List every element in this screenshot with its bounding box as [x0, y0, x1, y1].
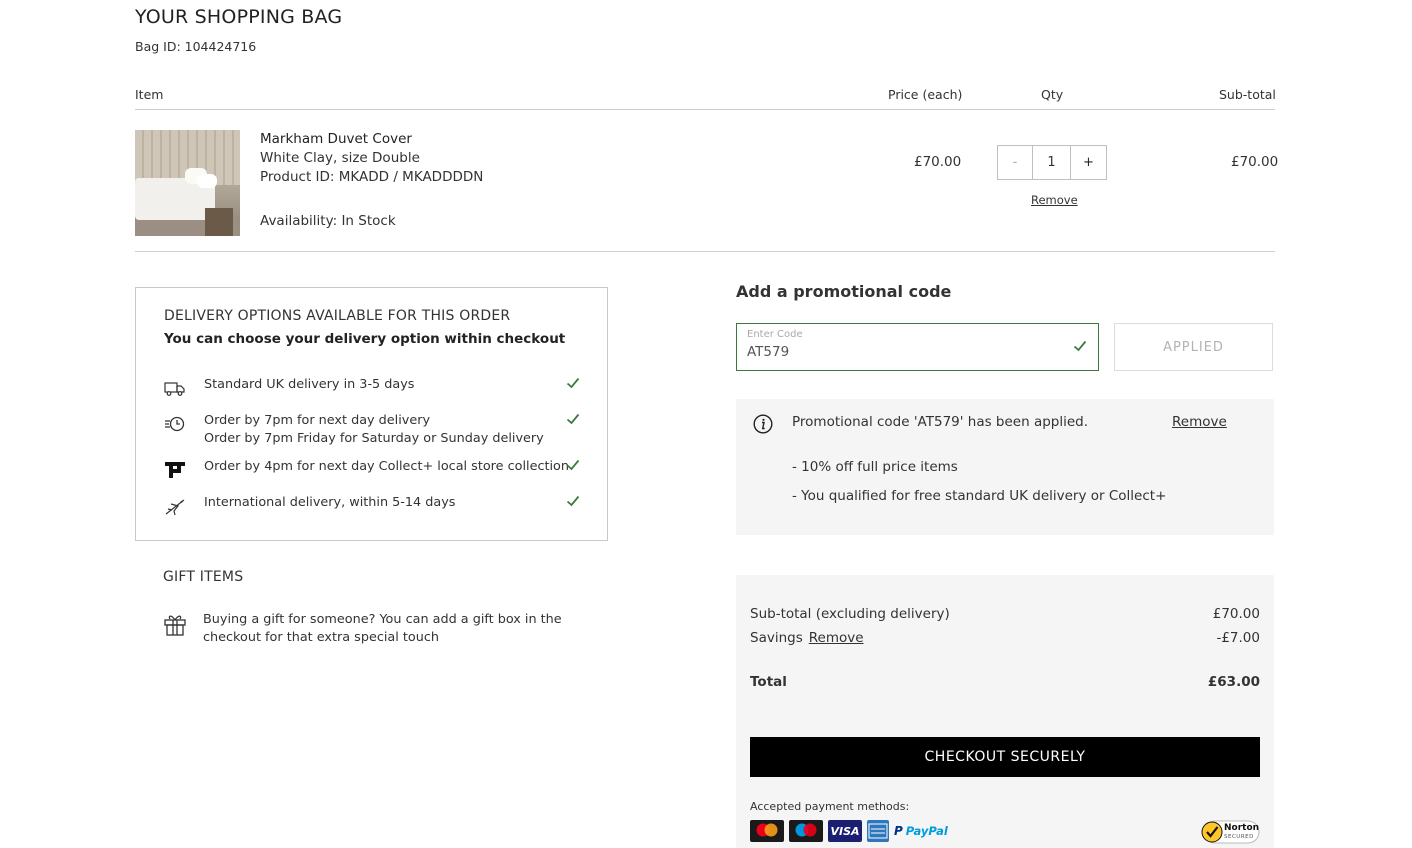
delivery-option-text: Order by 7pm for next day delivery Order…: [204, 412, 544, 448]
paypal-icon: P PayPal: [894, 824, 948, 838]
product-id: Product ID: MKADD / MKADDDDN: [260, 169, 484, 185]
amex-icon: [867, 820, 889, 842]
savings-label: Savings: [750, 630, 803, 646]
product-name[interactable]: Markham Duvet Cover: [260, 131, 412, 147]
plane-icon: [165, 499, 185, 516]
savings-value: -£7.00: [1216, 630, 1260, 646]
promo-applied-button[interactable]: APPLIED: [1114, 323, 1273, 371]
payment-methods-label: Accepted payment methods:: [750, 800, 910, 813]
check-icon: [566, 413, 580, 425]
promo-heading: Add a promotional code: [736, 282, 952, 301]
item-price: £70.00: [914, 154, 962, 170]
subtotal-value: £70.00: [1212, 606, 1260, 622]
truck-icon: [164, 382, 185, 396]
promo-code-placeholder: Enter Code: [747, 329, 803, 340]
qty-increase-button[interactable]: +: [1071, 146, 1106, 179]
column-header-subtotal: Sub-total: [1219, 87, 1276, 102]
paypal-text: PayPal: [905, 824, 948, 838]
delivery-option-text: Order by 4pm for next day Collect+ local…: [204, 459, 569, 474]
column-header-item: Item: [135, 87, 164, 102]
delivery-option-text: Standard UK delivery in 3-5 days: [204, 377, 415, 392]
check-icon: [1073, 340, 1087, 352]
norton-secured-badge: Norton SECURED: [1200, 819, 1260, 845]
column-header-price: Price (each): [888, 87, 963, 102]
visa-text: VISA: [830, 825, 860, 838]
order-summary: Sub-total (excluding delivery) £70.00 Sa…: [736, 575, 1274, 848]
norton-sub-text: SECURED: [1224, 834, 1254, 840]
gift-icon: [164, 615, 186, 636]
product-availability: Availability: In Stock: [260, 213, 396, 229]
promo-applied-message: Promotional code 'AT579' has been applie…: [792, 414, 1089, 430]
info-icon: [753, 414, 773, 434]
visa-icon: VISA: [828, 820, 862, 842]
promo-remove-link[interactable]: Remove: [1172, 414, 1227, 430]
subtotal-label: Sub-total (excluding delivery): [750, 606, 950, 622]
collect-plus-icon: [165, 462, 185, 478]
qty-decrease-button[interactable]: -: [998, 146, 1033, 179]
checkout-securely-button[interactable]: CHECKOUT SECURELY: [750, 737, 1260, 777]
payment-methods: VISA P PayPal: [750, 820, 952, 842]
promo-code-field[interactable]: Enter Code: [736, 323, 1099, 371]
promo-applied-panel: Promotional code 'AT579' has been applie…: [736, 399, 1274, 535]
check-icon: [566, 459, 580, 471]
delivery-subtitle: You can choose your delivery option with…: [164, 331, 566, 347]
savings-remove-link[interactable]: Remove: [809, 630, 864, 646]
delivery-option-line: Order by 7pm Friday for Saturday or Sund…: [204, 431, 544, 446]
remove-item-link[interactable]: Remove: [1031, 193, 1078, 207]
header-divider: [135, 109, 1275, 110]
total-value: £63.00: [1207, 674, 1260, 690]
next-day-clock-icon: [165, 416, 185, 432]
maestro-icon: [789, 820, 823, 842]
mastercard-icon: [750, 820, 784, 842]
product-variant: White Clay, size Double: [260, 150, 420, 166]
delivery-option-line: Order by 7pm for next day delivery: [204, 413, 431, 428]
column-header-qty: Qty: [1041, 87, 1064, 102]
gift-items-title: GIFT ITEMS: [163, 569, 244, 585]
delivery-option-text: International delivery, within 5-14 days: [204, 495, 456, 510]
product-thumbnail[interactable]: [135, 130, 240, 236]
shopping-bag-page: YOUR SHOPPING BAG Bag ID: 104424716 Item…: [0, 0, 1412, 848]
check-icon: [566, 495, 580, 507]
promo-benefit: - You qualified for free standard UK del…: [792, 488, 1167, 504]
promo-benefit: - 10% off full price items: [792, 459, 958, 475]
savings-row: Savings Remove: [750, 630, 864, 646]
availability-value: In Stock: [341, 213, 396, 229]
gift-items-text: Buying a gift for someone? You can add a…: [203, 612, 562, 645]
bag-id: Bag ID: 104424716: [135, 39, 257, 54]
qty-input[interactable]: 1: [1033, 146, 1071, 179]
total-label: Total: [750, 674, 787, 690]
quantity-stepper: - 1 +: [997, 145, 1107, 180]
item-divider: [135, 251, 1275, 252]
delivery-options-box: DELIVERY OPTIONS AVAILABLE FOR THIS ORDE…: [135, 287, 608, 541]
norton-text: Norton: [1224, 823, 1260, 833]
check-icon: [566, 377, 580, 389]
item-subtotal: £70.00: [1231, 154, 1279, 170]
promo-code-input[interactable]: [747, 344, 1047, 360]
availability-label: Availability:: [260, 213, 338, 229]
page-title: YOUR SHOPPING BAG: [135, 6, 343, 28]
delivery-title: DELIVERY OPTIONS AVAILABLE FOR THIS ORDE…: [164, 308, 511, 324]
